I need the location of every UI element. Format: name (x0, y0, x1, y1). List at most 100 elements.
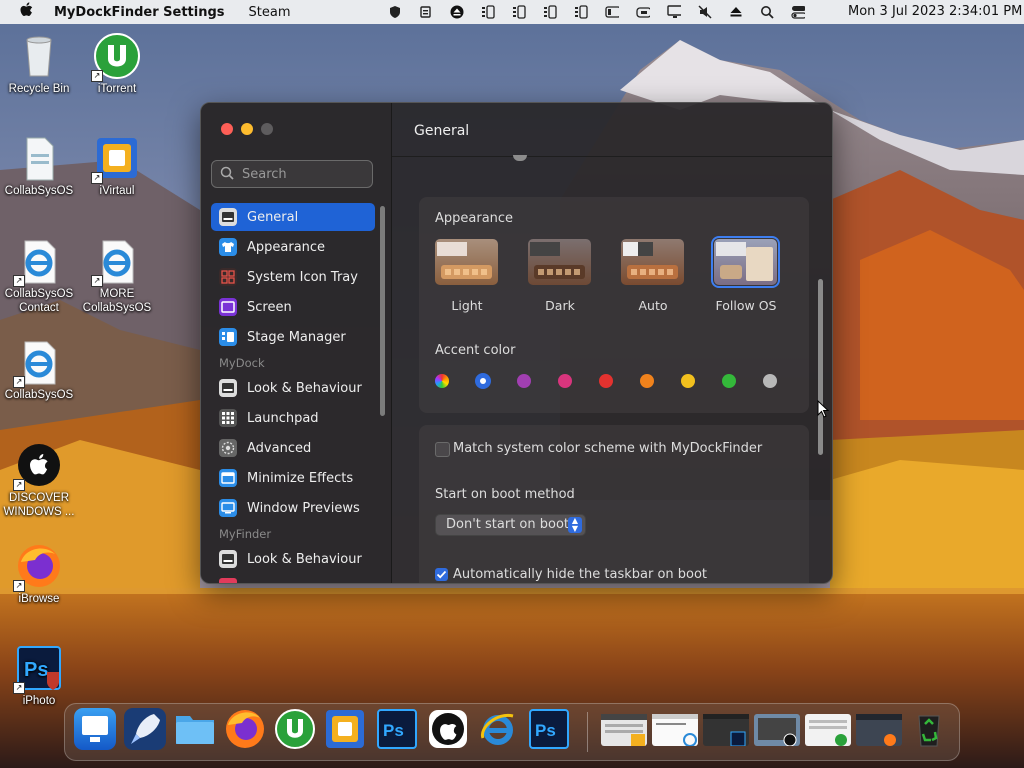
menubar-item-steam[interactable]: Steam (249, 5, 291, 20)
shortcut-arrow-icon: ↗ (13, 479, 25, 491)
sidebar-item-label: Look & Behaviour (247, 380, 362, 396)
minimize-button[interactable] (241, 123, 253, 135)
dock-folder-icon[interactable] (174, 708, 216, 750)
dock-utorrent-icon[interactable] (274, 708, 316, 750)
sidebar-item-label: General (247, 209, 299, 225)
accent-swatch-blue[interactable] (476, 374, 490, 388)
desktop-icon-recycle-bin[interactable]: Recycle Bin (0, 32, 78, 96)
monitor-icon[interactable] (667, 5, 681, 19)
zoom-button[interactable] (261, 123, 273, 135)
dock-window-ie[interactable] (652, 714, 698, 747)
menu-bar: MyDockFinder Settings Steam Mon 3 Jul 20… (0, 0, 1024, 24)
search-input[interactable] (240, 164, 369, 184)
sidebar-item-label: Launchpad (247, 410, 319, 426)
dock-window-utorrent[interactable] (805, 714, 851, 746)
dock-window-settings[interactable] (754, 714, 800, 747)
mute-icon[interactable] (698, 5, 712, 19)
sidebar-item-dock-look-behaviour[interactable]: Look & Behaviour (211, 374, 375, 402)
appearance-option-dark[interactable] (528, 239, 591, 285)
match-scheme-checkbox[interactable] (435, 442, 450, 457)
desktop-icon-label: iBrowse (18, 593, 60, 605)
accent-swatch-purple[interactable] (517, 374, 531, 388)
desktop-icon-ivirtaul[interactable]: ↗ iVirtaul (78, 134, 156, 198)
dark-theme-preview-icon (530, 242, 585, 279)
sidebar-item-minimize-effects[interactable]: Minimize Effects (211, 464, 375, 492)
sliders-icon[interactable] (481, 5, 495, 19)
menubar-app-name[interactable]: MyDockFinder Settings (54, 5, 225, 20)
apple-menu-icon[interactable] (12, 2, 40, 22)
close-button[interactable] (221, 123, 233, 135)
boot-method-value: Don't start on boot (446, 517, 569, 532)
shortcut-arrow-icon: ↗ (91, 172, 103, 184)
sidebar-item-stage-manager[interactable]: Stage Manager (211, 323, 375, 351)
eject-icon[interactable] (729, 5, 743, 19)
accent-swatch-red[interactable] (599, 374, 613, 388)
desktop-icon-discover-windows[interactable]: ↗ DISCOVER WINDOWS ... (0, 441, 78, 519)
search-icon (220, 166, 234, 184)
accent-swatch-orange[interactable] (640, 374, 654, 388)
shortcut-arrow-icon: ↗ (13, 376, 25, 388)
sliders-icon[interactable] (574, 5, 588, 19)
appearance-option-auto[interactable] (621, 239, 684, 285)
desktop-icon-more-collabsysos[interactable]: ↗ MORE CollabSysOS (78, 237, 156, 315)
clipboard-icon[interactable] (419, 5, 433, 19)
menubar-clock[interactable]: Mon 3 Jul 2023 2:34:01 PM (848, 0, 1022, 24)
dock-virtual-box-icon[interactable] (324, 708, 366, 750)
file-icon (15, 134, 63, 182)
desktop-icon-collabsysos-2[interactable]: ↗ CollabSysOS (0, 338, 78, 402)
accent-swatch-green[interactable] (722, 374, 736, 388)
accent-swatch-yellow[interactable] (681, 374, 695, 388)
follow-os-theme-preview-icon (716, 242, 773, 281)
slider-knob-partial[interactable] (513, 155, 527, 161)
search-field[interactable] (211, 160, 373, 188)
desktop-icon-ibrowse[interactable]: ↗ iBrowse (0, 542, 78, 606)
sliders-icon[interactable] (512, 5, 526, 19)
dock-window-photoshop[interactable] (703, 714, 749, 747)
sidebar-item-screen[interactable]: Screen (211, 293, 375, 321)
dock-launchpad-icon[interactable] (124, 708, 166, 750)
desktop-icon-label: CollabSysOS (4, 185, 74, 197)
accent-swatch-graphite[interactable] (763, 374, 777, 388)
dock-apple-icon[interactable] (427, 708, 469, 750)
sidebar-item-general[interactable]: General (211, 203, 375, 231)
boot-method-select[interactable]: Don't start on boot ▲ ▼ (435, 514, 586, 536)
mouse-cursor-icon (817, 400, 830, 418)
sliders-icon[interactable] (543, 5, 557, 19)
content-scrollbar[interactable] (818, 279, 823, 455)
eject-icon[interactable] (450, 5, 464, 19)
sidebar-scrollbar[interactable] (380, 206, 385, 416)
search-icon[interactable] (760, 5, 774, 19)
sidebar-item-window-previews[interactable]: Window Previews (211, 494, 375, 522)
cloud-icon[interactable] (636, 5, 650, 19)
sidebar-icon[interactable] (605, 5, 619, 19)
appearance-option-follow-os[interactable] (711, 236, 780, 288)
sidebar-item-advanced[interactable]: Advanced (211, 434, 375, 462)
sidebar-item-launchpad[interactable]: Launchpad (211, 404, 375, 432)
auto-hide-checkbox[interactable] (435, 568, 448, 581)
sidebar-item-finder-look-behaviour[interactable]: Look & Behaviour (211, 545, 375, 573)
accent-swatch-pink[interactable] (558, 374, 572, 388)
desktop-icon-iphoto[interactable]: Ps ↗ iPhoto (0, 644, 78, 708)
toggle-icon[interactable] (791, 5, 805, 19)
dock-finder-icon[interactable] (74, 708, 116, 750)
dock-trash-icon[interactable] (908, 708, 950, 750)
sidebar-item-label: Window Previews (247, 500, 360, 516)
stage-manager-icon (219, 328, 237, 346)
screen-icon (219, 298, 237, 316)
desktop-icon-collabsysos-contact[interactable]: ↗ CollabSysOS Contact (0, 237, 78, 315)
dock-ie-icon[interactable] (477, 708, 519, 750)
dock-window-firefox[interactable] (856, 714, 902, 746)
desktop-icon-collabsysos[interactable]: CollabSysOS (0, 134, 78, 198)
dock-photoshop-icon[interactable]: Ps (376, 708, 418, 750)
accent-swatch-multicolor[interactable] (435, 374, 449, 388)
dock-photoshop-icon-2[interactable]: Ps (528, 708, 570, 750)
sidebar-item-appearance[interactable]: Appearance (211, 233, 375, 261)
launchpad-icon (219, 409, 237, 427)
appearance-option-light[interactable] (435, 239, 498, 285)
recycle-bin-icon (15, 32, 63, 80)
dock-window-explorer[interactable] (601, 714, 647, 746)
dock-firefox-icon[interactable] (224, 708, 266, 750)
desktop-icon-itorrent[interactable]: ↗ iTorrent (78, 32, 156, 96)
shield-icon[interactable] (388, 5, 402, 19)
sidebar-item-system-icon-tray[interactable]: System Icon Tray (211, 263, 375, 291)
